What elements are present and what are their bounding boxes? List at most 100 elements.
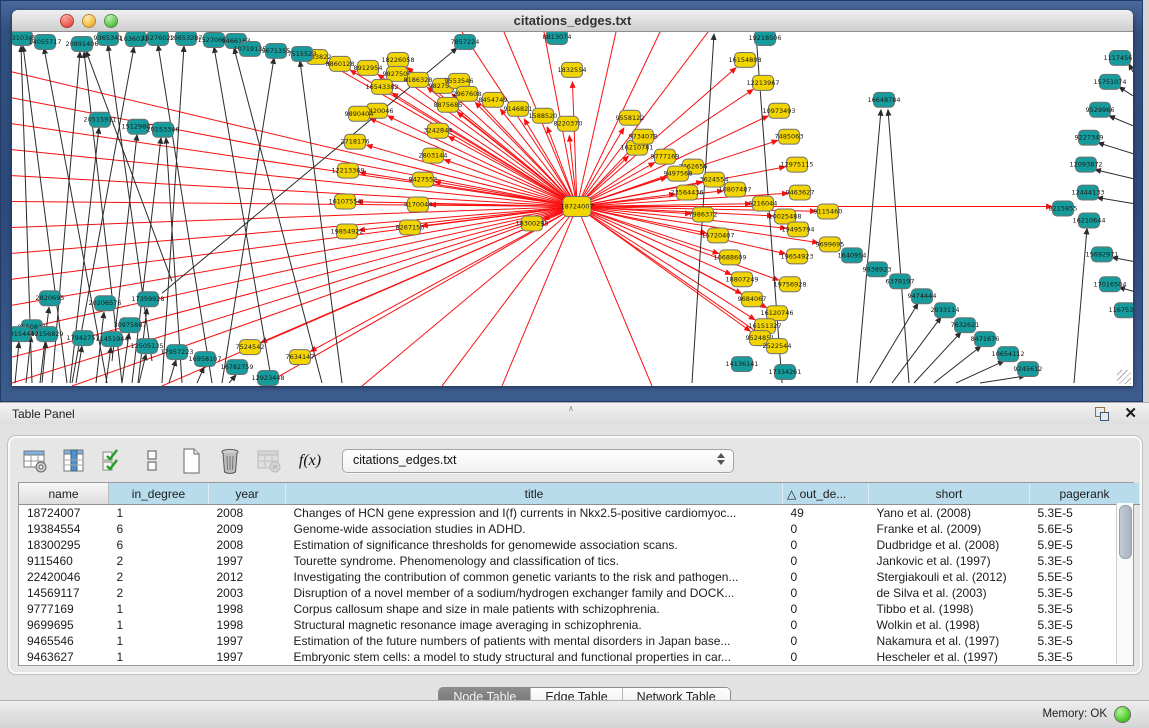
table-row[interactable]: 969969511998Structural magnetic resonanc…: [19, 617, 1140, 633]
network-node[interactable]: 9734078: [629, 129, 658, 144]
network-node[interactable]: 17016504: [1093, 277, 1126, 292]
network-node[interactable]: 2933114: [931, 303, 960, 318]
network-edge[interactable]: [1119, 87, 1133, 96]
column-header-name[interactable]: name: [19, 483, 109, 505]
network-edge[interactable]: [229, 375, 236, 383]
table-row[interactable]: 1872400712008Changes of HCN gene express…: [19, 505, 1140, 522]
network-node[interactable]: 8471676: [971, 332, 1000, 347]
network-node[interactable]: 9245612: [1014, 362, 1043, 377]
network-node[interactable]: 6379197: [886, 274, 915, 289]
network-node[interactable]: 9365341: [94, 32, 123, 45]
network-node[interactable]: 8267150: [396, 220, 425, 235]
table-row[interactable]: 1938455462009Genome-wide association stu…: [19, 521, 1140, 537]
float-panel-icon[interactable]: [1095, 407, 1109, 421]
network-node[interactable]: 9890404: [345, 106, 374, 121]
table-row[interactable]: 946362711997Embryonic stem cells: a mode…: [19, 649, 1140, 665]
network-node[interactable]: 19654923: [780, 249, 813, 264]
network-edge[interactable]: [1109, 116, 1133, 126]
network-node[interactable]: 7524542: [236, 340, 265, 355]
column-header-year[interactable]: year: [209, 483, 286, 505]
column-header-pagerank[interactable]: pagerank: [1030, 483, 1140, 505]
network-node[interactable]: 17334261: [768, 365, 801, 380]
network-edge[interactable]: [26, 336, 31, 383]
network-node[interactable]: 8427552: [409, 172, 438, 187]
network-node[interactable]: 9699695: [816, 237, 845, 252]
network-node[interactable]: 1640954: [838, 248, 867, 263]
network-node[interactable]: 2820695: [36, 291, 65, 306]
network-node[interactable]: 3242844: [424, 123, 453, 138]
network-node[interactable]: 7515523: [288, 46, 317, 61]
network-node[interactable]: 3624554: [700, 172, 729, 187]
network-edge[interactable]: [1095, 170, 1133, 179]
network-node[interactable]: 8220370: [554, 116, 583, 131]
table-row[interactable]: 1830029562008Estimation of significance …: [19, 537, 1140, 553]
network-edge[interactable]: [362, 207, 577, 386]
network-node[interactable]: 7485063: [775, 129, 804, 144]
column-header-out_de[interactable]: △ out_de...: [783, 483, 869, 505]
network-edge[interactable]: [934, 346, 981, 383]
network-node[interactable]: 8875685: [434, 97, 463, 112]
row-height-icon[interactable]: [137, 446, 167, 476]
network-edge[interactable]: [914, 332, 961, 383]
select-rows-icon[interactable]: [98, 446, 128, 476]
new-column-icon[interactable]: [176, 446, 206, 476]
column-header-in_degree[interactable]: in_degree: [109, 483, 209, 505]
column-header-title[interactable]: title: [286, 483, 783, 505]
network-node[interactable]: 8215955: [1049, 201, 1078, 216]
network-node[interactable]: 8912954: [354, 60, 383, 75]
table-row[interactable]: 946554611997Estimation of the future num…: [19, 633, 1140, 649]
network-edge[interactable]: [577, 207, 779, 281]
table-selector-dropdown[interactable]: citations_edges.txt: [342, 449, 734, 473]
network-node[interactable]: 19756928: [773, 277, 806, 292]
network-node[interactable]: 9115460: [814, 204, 843, 219]
network-edge[interactable]: [222, 58, 274, 383]
network-edge[interactable]: [1097, 198, 1133, 204]
network-node[interactable]: 7986372: [689, 207, 718, 222]
network-node[interactable]: 9497568: [664, 166, 693, 181]
network-edge[interactable]: [442, 207, 577, 386]
network-node[interactable]: 7857224: [451, 34, 480, 49]
network-node[interactable]: 11174567: [1103, 50, 1133, 65]
column-header-short[interactable]: short: [869, 483, 1030, 505]
network-node[interactable]: 10654112: [991, 347, 1024, 362]
network-node[interactable]: 19218506: [748, 32, 781, 45]
network-window-titlebar[interactable]: citations_edges.txt: [12, 10, 1133, 32]
network-node[interactable]: 6216044: [749, 196, 778, 211]
delete-column-icon[interactable]: [215, 446, 245, 476]
network-node[interactable]: 12213369: [331, 163, 364, 178]
network-node[interactable]: 1832554: [558, 62, 587, 77]
network-node[interactable]: 4170044: [404, 197, 433, 212]
network-edge[interactable]: [888, 110, 909, 383]
panel-resize-grip-icon[interactable]: ∧: [568, 404, 574, 413]
table-row[interactable]: 977716911998Corpus callosum shape and si…: [19, 601, 1140, 617]
network-edge[interactable]: [956, 361, 1004, 383]
network-node[interactable]: 9227349: [1075, 130, 1104, 145]
network-node[interactable]: 7632621: [951, 318, 980, 333]
network-node[interactable]: 12923448: [251, 371, 284, 386]
network-node[interactable]: 16154808: [728, 52, 761, 67]
network-node[interactable]: 16648784: [867, 92, 900, 107]
network-node[interactable]: 2718176: [341, 134, 370, 149]
network-edge[interactable]: [980, 376, 1025, 383]
network-node[interactable]: 9684067: [738, 292, 767, 307]
network-node[interactable]: 15692971: [1085, 247, 1118, 262]
show-columns-icon[interactable]: [59, 446, 89, 476]
network-node[interactable]: 14136141: [725, 357, 758, 372]
network-node[interactable]: 16210644: [1072, 213, 1105, 228]
network-node[interactable]: 2803144: [419, 148, 448, 163]
network-edge[interactable]: [892, 317, 941, 383]
network-edge[interactable]: [158, 45, 212, 383]
network-node[interactable]: 11675344: [1108, 303, 1133, 318]
network-node[interactable]: 8860128: [326, 56, 355, 71]
function-builder-icon[interactable]: f(x): [293, 452, 327, 470]
network-node[interactable]: 9463627: [786, 185, 815, 200]
network-canvas[interactable]: 7463822886012889129541822605898275051654…: [12, 32, 1133, 386]
network-node[interactable]: 10688609: [713, 250, 746, 265]
table-row[interactable]: 2242004622012Investigating the contribut…: [19, 569, 1140, 585]
network-node[interactable]: 16107554: [328, 194, 361, 209]
network-edge[interactable]: [870, 303, 918, 383]
network-node[interactable]: 9529966: [1086, 102, 1115, 117]
network-edge[interactable]: [76, 346, 82, 383]
network-edge[interactable]: [169, 360, 176, 383]
network-edge[interactable]: [96, 312, 104, 383]
